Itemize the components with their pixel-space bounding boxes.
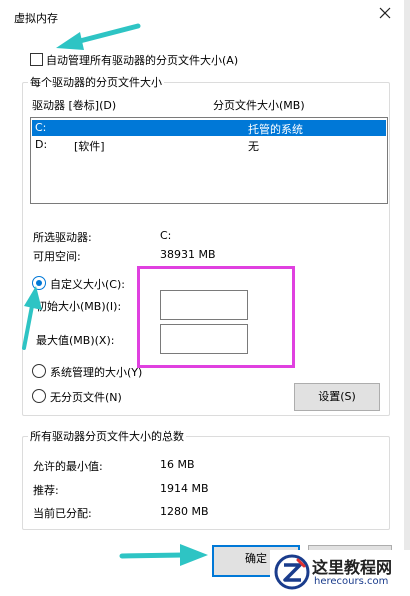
free-space-value: 38931 MB [160,248,216,261]
no-paging-file-label: 无分页文件(N) [50,391,122,404]
background-strip [404,0,410,596]
total-group-label: 所有驱动器分页文件大小的总数 [28,428,186,444]
annotation-arrow-icon [22,286,42,350]
system-managed-radio[interactable] [32,364,46,378]
recommended-label: 推荐: [33,484,59,497]
max-size-label: 最大值(MB)(X): [36,334,115,347]
drive-label: [软件] [74,140,105,153]
annotation-arrow-icon [56,23,141,50]
watermark-name: 这里教程网 [312,558,393,577]
current-allocated-label: 当前已分配: [33,507,92,520]
watermark-logo-icon [274,554,310,590]
recommended-value: 1914 MB [160,482,209,495]
no-paging-file-radio[interactable] [32,389,46,403]
drive-list[interactable]: C: 托管的系统 D: [软件] 无 [30,117,388,204]
drive-letter: C: [35,121,47,134]
min-size-value: 16 MB [160,458,195,471]
drive-row-c[interactable]: C: 托管的系统 [32,120,386,136]
drive-row-d[interactable]: D: [软件] 无 [32,137,386,153]
min-size-label: 允许的最小值: [33,460,103,473]
initial-size-label: 初始大小(MB)(I): [36,300,122,313]
per-drive-group-label: 每个驱动器的分页文件大小 [28,74,164,90]
close-button[interactable] [378,6,396,24]
virtual-memory-dialog: 虚拟内存 自动管理所有驱动器的分页文件大小(A) 每个驱动器的分页文件大小 驱动… [0,0,404,596]
watermark-url: herecours.com [314,576,389,587]
selected-drive-label: 所选驱动器: [33,231,92,244]
free-space-label: 可用空间: [33,250,81,263]
current-allocated-value: 1280 MB [160,505,209,518]
auto-manage-checkbox[interactable] [30,53,43,66]
annotation-highlight-box [137,266,295,368]
column-drive-header: 驱动器 [卷标](D) [32,99,117,112]
annotation-arrow-icon [119,544,208,566]
drive-letter: D: [35,138,48,151]
drive-size: 托管的系统 [248,123,303,136]
system-managed-label: 系统管理的大小(Y) [50,366,143,379]
custom-size-label: 自定义大小(C): [50,278,125,291]
set-button[interactable]: 设置(S) [294,383,380,411]
watermark: 这里教程网 herecours.com [270,550,410,596]
drive-size: 无 [248,140,259,153]
close-icon [379,7,391,19]
column-size-header: 分页文件大小(MB) [213,99,305,112]
selected-drive-value: C: [160,229,172,242]
